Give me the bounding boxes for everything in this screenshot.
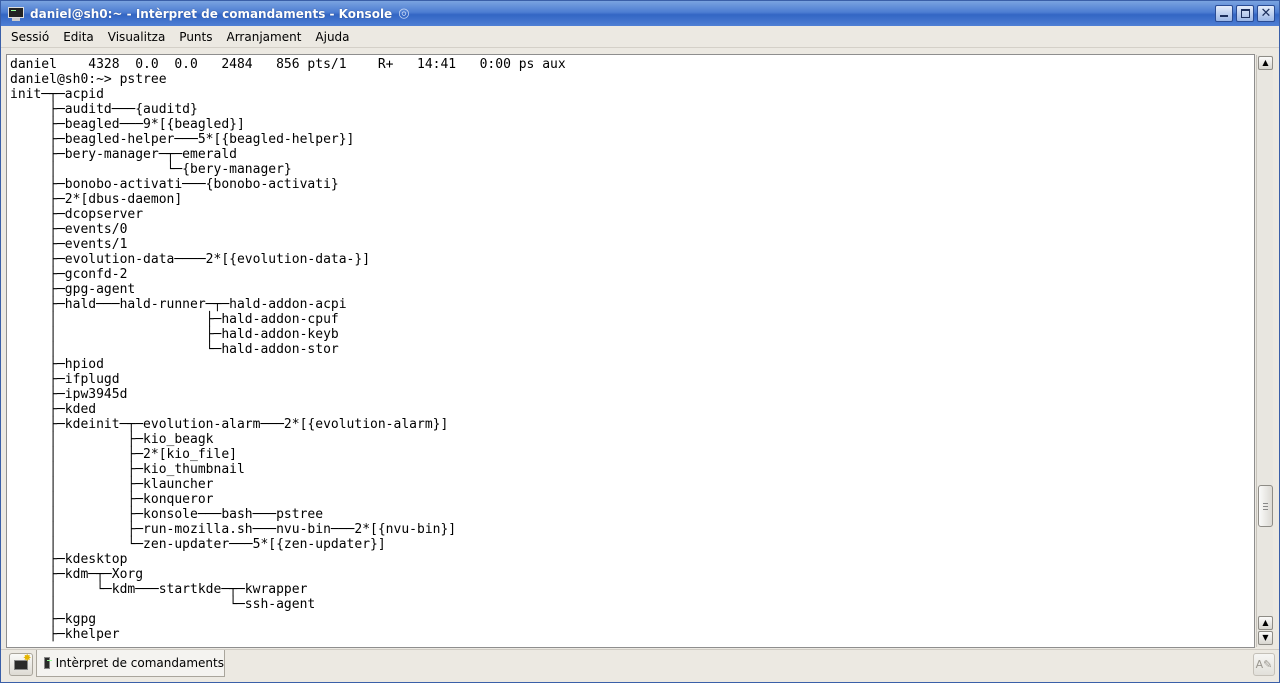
terminal-line: init─┬─acpid: [10, 87, 104, 102]
terminal-line: │ ├─kio_beagk: [10, 432, 214, 447]
terminal-line: │ ├─konqueror: [10, 492, 214, 507]
terminal-line: ├─hpiod: [10, 357, 104, 372]
arrow-up-icon: ▲: [1262, 618, 1269, 627]
menu-edit[interactable]: Edita: [56, 26, 101, 48]
arrow-down-icon: ▼: [1262, 633, 1269, 642]
terminal-line: ├─beagled-helper───5*[{beagled-helper}]: [10, 132, 355, 147]
menu-view[interactable]: Visualitza: [101, 26, 173, 48]
scroll-down-button[interactable]: ▼: [1258, 631, 1273, 645]
terminal-line: │ ├─konsole───bash───pstree: [10, 507, 324, 522]
terminal-line: ├─kdeinit─┬─evolution-alarm───2*[{evolut…: [10, 417, 449, 432]
terminal-line: ├─events/1: [10, 237, 128, 252]
terminal-line: ├─ifplugd: [10, 372, 120, 387]
konsole-app-icon[interactable]: [8, 6, 24, 21]
terminal-line: ├─2*[dbus-daemon]: [10, 192, 183, 207]
arrow-up-icon: ▲: [1262, 58, 1269, 67]
terminal-line: daniel 4328 0.0 0.0 2484 856 pts/1 R+ 14…: [10, 57, 566, 72]
terminal-line: │ ├─hald-addon-keyb: [10, 327, 339, 342]
terminal-line: ├─ipw3945d: [10, 387, 128, 402]
terminal-line: ├─kgpg: [10, 612, 97, 627]
terminal-line: │ └─zen-updater───5*[{zen-updater}]: [10, 537, 386, 552]
scroll-thumb[interactable]: [1258, 485, 1273, 527]
terminal-line: ├─kded: [10, 402, 97, 417]
terminal-line: ├─gconfd-2: [10, 267, 128, 282]
konsole-window: daniel@sh0:~ - Intèrpret de comandaments…: [0, 0, 1280, 683]
terminal-line: │ ├─hald-addon-cpuf: [10, 312, 339, 327]
terminal-line: ├─khelper: [10, 627, 120, 642]
menu-settings[interactable]: Arranjament: [220, 26, 309, 48]
minimize-icon: [1220, 15, 1228, 17]
terminal-line: daniel@sh0:~> pstree: [10, 72, 167, 87]
scroll-up-button-lower[interactable]: ▲: [1258, 616, 1273, 630]
terminal-line: │ └─ssh-agent: [10, 597, 316, 612]
terminal-line: ├─events/0: [10, 222, 128, 237]
new-session-button[interactable]: ✸: [9, 653, 33, 676]
close-icon: ✕: [1260, 6, 1272, 21]
terminal-line: ├─bery-manager─┬─emerald: [10, 147, 237, 162]
maximize-button[interactable]: [1236, 5, 1254, 22]
scroll-up-button[interactable]: ▲: [1258, 56, 1273, 70]
terminal-line: ├─kdesktop: [10, 552, 128, 567]
terminal-line: ├─evolution-data────2*[{evolution-data-}…: [10, 252, 371, 267]
session-bar: ✸ Intèrpret de comandaments A✎: [1, 649, 1279, 682]
terminal-line: │ └─{bery-manager}: [10, 162, 292, 177]
terminal-line: ├─hald───hald-runner─┬─hald-addon-acpi: [10, 297, 347, 312]
terminal-line: │ ├─run-mozilla.sh───nvu-bin───2*[{nvu-b…: [10, 522, 457, 537]
terminal-line: ├─gpg-agent: [10, 282, 136, 297]
menu-help[interactable]: Ajuda: [308, 26, 356, 48]
window-controls: ✕: [1215, 5, 1275, 22]
terminal-scrollbar[interactable]: ▲ ▲ ▼: [1256, 55, 1273, 647]
title-bar[interactable]: daniel@sh0:~ - Intèrpret de comandaments…: [1, 1, 1279, 26]
rename-session-button[interactable]: A✎: [1253, 653, 1275, 676]
terminal-icon: [44, 657, 52, 669]
menu-bar: Sessió Edita Visualitza Punts Arranjamen…: [1, 26, 1279, 48]
terminal-line: ├─beagled───9*[{beagled}]: [10, 117, 245, 132]
star-icon: ✸: [23, 653, 32, 664]
close-button[interactable]: ✕: [1257, 5, 1275, 22]
terminal-line: │ ├─kio_thumbnail: [10, 462, 245, 477]
terminal-output[interactable]: daniel 4328 0.0 0.0 2484 856 pts/1 R+ 14…: [6, 54, 1255, 648]
terminal-line: ├─auditd───{auditd}: [10, 102, 198, 117]
rename-session-icon: A✎: [1255, 658, 1273, 671]
terminal-line: ├─kdm─┬─Xorg: [10, 567, 144, 582]
menu-session[interactable]: Sessió: [1, 26, 56, 48]
session-tab-label: Intèrpret de comandaments: [55, 656, 224, 670]
minimize-button[interactable]: [1215, 5, 1233, 22]
window-title: daniel@sh0:~ - Intèrpret de comandaments…: [30, 6, 393, 21]
menu-bookmarks[interactable]: Punts: [172, 26, 219, 48]
session-tab[interactable]: Intèrpret de comandaments: [36, 650, 225, 677]
terminal-line: │ └─hald-addon-stor: [10, 342, 339, 357]
terminal-line: │ ├─2*[kio_file]: [10, 447, 237, 462]
terminal-line: ├─dcopserver: [10, 207, 144, 222]
terminal-line: │ ├─klauncher: [10, 477, 214, 492]
kde-swirl-icon: ◎: [398, 5, 410, 21]
terminal-line: │ └─kdm───startkde─┬─kwrapper: [10, 582, 308, 597]
maximize-icon: [1241, 9, 1250, 18]
terminal-line: ├─bonobo-activati───{bonobo-activati}: [10, 177, 339, 192]
